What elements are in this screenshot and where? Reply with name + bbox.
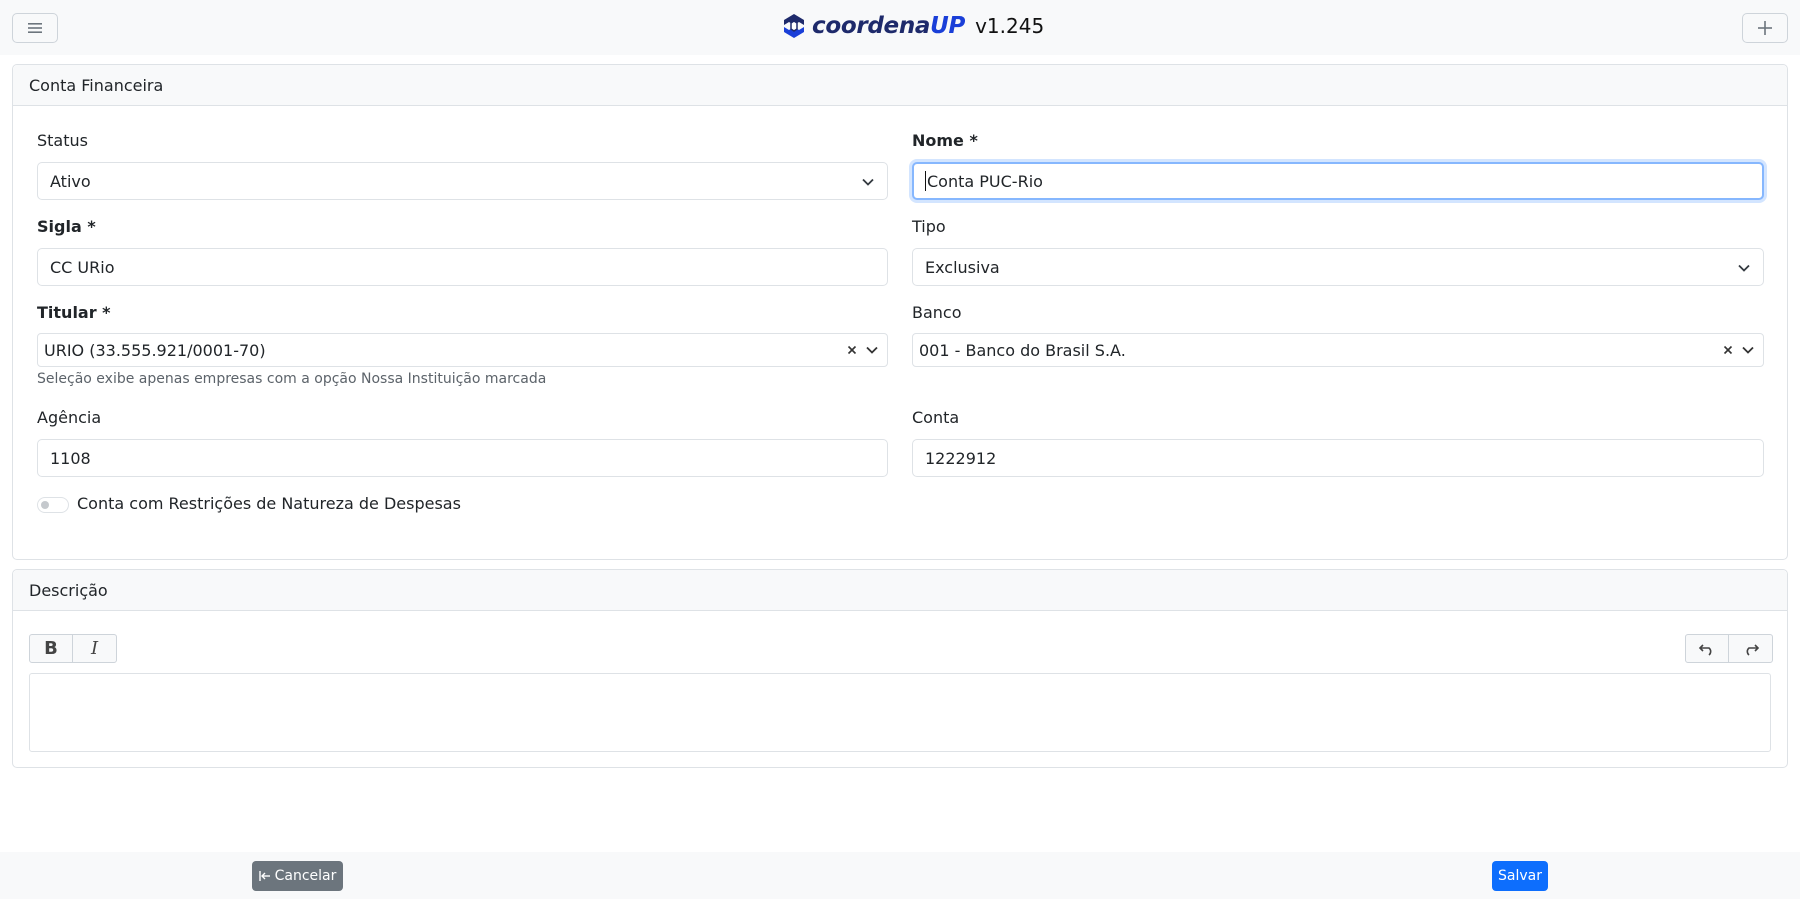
add-button[interactable]: [1742, 13, 1788, 43]
titular-value: URIO (33.555.921/0001-70): [44, 340, 266, 360]
titular-select[interactable]: URIO (33.555.921/0001-70): [37, 333, 888, 367]
status-value: Ativo: [50, 171, 91, 191]
conta-value: 1222912: [925, 448, 997, 468]
banco-label: Banco: [912, 303, 962, 322]
sigla-label: Sigla *: [37, 217, 96, 236]
history-toolbar: [1685, 634, 1773, 663]
chevron-down-icon: [862, 178, 874, 186]
status-select[interactable]: Ativo: [37, 162, 888, 200]
italic-button[interactable]: I: [73, 635, 116, 662]
banco-select[interactable]: 001 - Banco do Brasil S.A.: [912, 333, 1764, 367]
clear-icon[interactable]: [847, 345, 857, 355]
italic-icon: I: [90, 638, 99, 659]
chevron-down-icon: [1738, 264, 1750, 272]
banco-value: 001 - Banco do Brasil S.A.: [919, 340, 1126, 360]
description-editor[interactable]: [29, 673, 1771, 752]
titular-label: Titular *: [37, 303, 111, 322]
account-card: Conta Financeira: [12, 64, 1788, 560]
switch-knob: [41, 501, 49, 509]
menu-button[interactable]: [12, 13, 58, 43]
brand-name: coordenaUP: [812, 13, 966, 39]
chevron-down-icon[interactable]: [865, 343, 879, 357]
plus-icon: [1758, 21, 1772, 35]
titular-help-text: Seleção exibe apenas empresas com a opçã…: [37, 371, 547, 387]
clear-icon[interactable]: [1723, 345, 1733, 355]
restricoes-label[interactable]: Conta com Restrições de Natureza de Desp…: [77, 494, 461, 513]
format-toolbar: B I: [29, 634, 117, 663]
top-navbar: coordenaUP v1.245: [0, 0, 1800, 55]
text-cursor: [925, 171, 926, 191]
undo-button[interactable]: [1686, 635, 1729, 662]
cancel-label: Cancelar: [274, 868, 337, 884]
agencia-label: Agência: [37, 408, 102, 427]
sigla-value: CC URio: [50, 257, 115, 277]
description-card-title: Descrição: [13, 570, 1787, 611]
app-version: v1.245: [975, 14, 1045, 38]
status-label: Status: [37, 131, 88, 150]
nome-label: Nome *: [912, 131, 978, 150]
hamburger-icon: [28, 23, 42, 33]
back-arrow-icon: [258, 871, 270, 881]
nome-value: Conta PUC-Rio: [927, 171, 1043, 191]
brand: coordenaUP v1.245: [780, 8, 1044, 44]
conta-input[interactable]: 1222912: [912, 439, 1764, 477]
restricoes-switch[interactable]: [37, 497, 69, 513]
tipo-value: Exclusiva: [925, 257, 1000, 277]
sigla-input[interactable]: CC URio: [37, 248, 888, 286]
agencia-value: 1108: [50, 448, 91, 468]
tipo-select[interactable]: Exclusiva: [912, 248, 1764, 286]
account-card-title: Conta Financeira: [13, 65, 1787, 106]
agencia-input[interactable]: 1108: [37, 439, 888, 477]
nome-input[interactable]: Conta PUC-Rio: [912, 162, 1764, 200]
coordenaup-logo-icon: [784, 14, 804, 38]
conta-label: Conta: [912, 408, 960, 427]
bold-icon: B: [44, 638, 58, 659]
undo-icon: [1698, 643, 1712, 656]
save-label: Salvar: [1498, 868, 1542, 884]
save-button[interactable]: Salvar: [1492, 861, 1548, 891]
redo-button[interactable]: [1729, 635, 1772, 662]
bold-button[interactable]: B: [30, 635, 73, 662]
tipo-label: Tipo: [912, 217, 946, 236]
cancel-button[interactable]: Cancelar: [252, 861, 343, 891]
redo-icon: [1746, 643, 1759, 656]
chevron-down-icon[interactable]: [1741, 343, 1755, 357]
